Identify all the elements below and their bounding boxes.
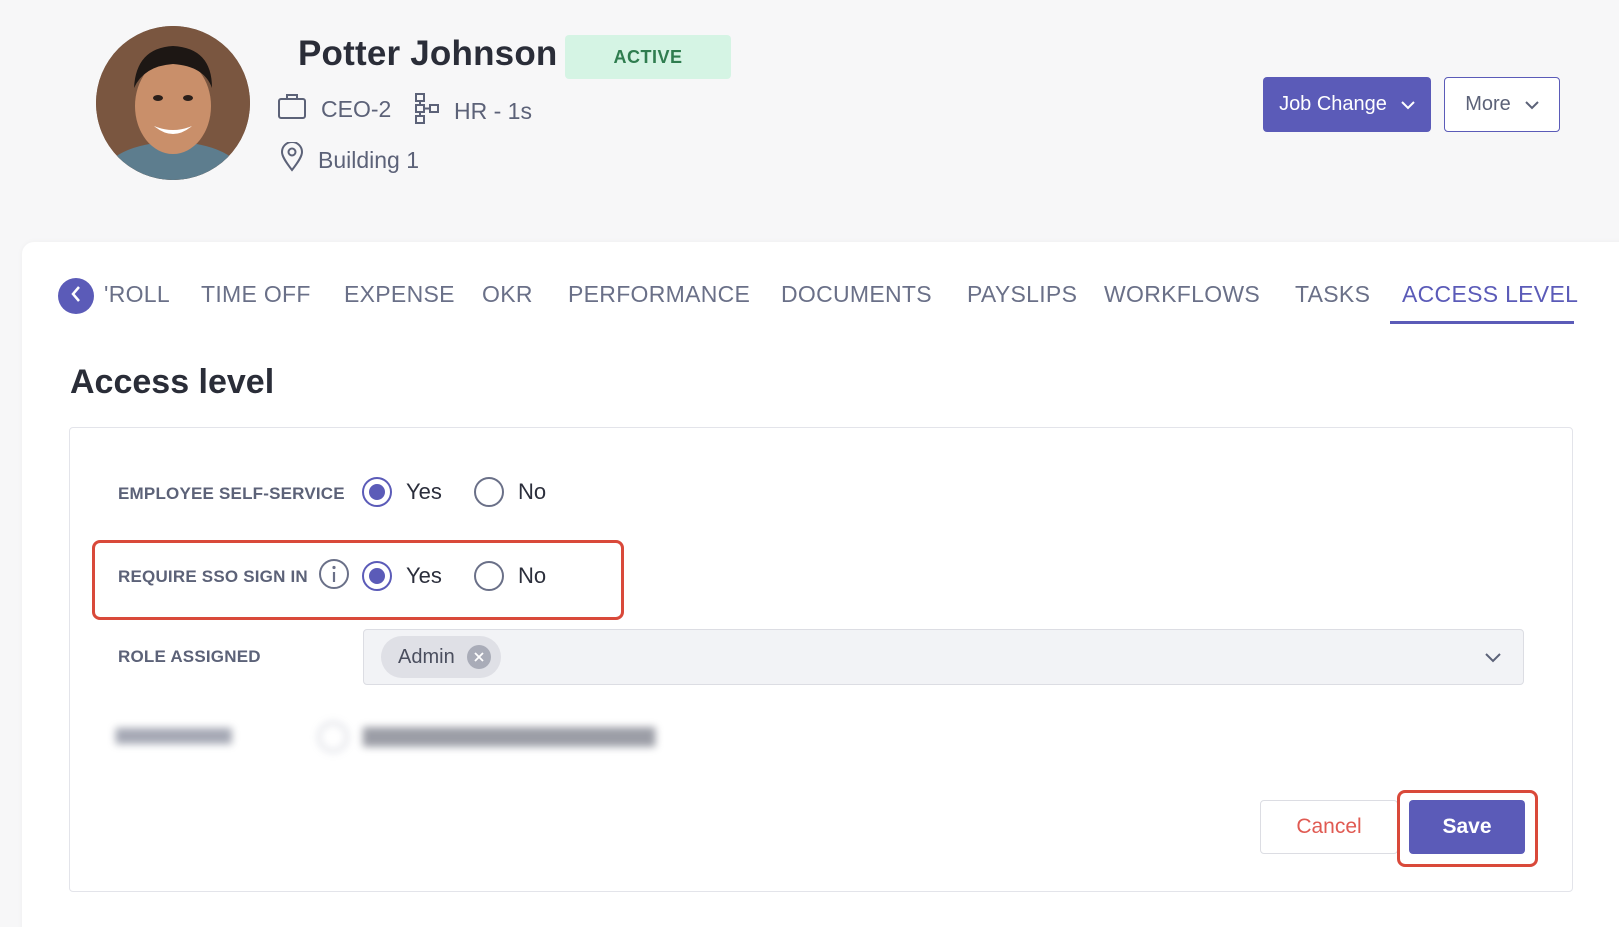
job-change-button[interactable]: Job Change xyxy=(1263,77,1431,132)
redacted-label: ▇▇▇▇▇▇▇▇▇▇ xyxy=(116,727,232,744)
save-button[interactable]: Save xyxy=(1409,800,1525,854)
more-label: More xyxy=(1465,93,1511,115)
info-icon[interactable] xyxy=(318,558,350,595)
tab-workflows[interactable]: WORKFLOWS xyxy=(1104,281,1260,308)
role-assigned-label: ROLE ASSIGNED xyxy=(118,647,261,666)
role-chip-label: Admin xyxy=(398,645,455,668)
redacted-icon xyxy=(318,722,348,752)
tab-documents[interactable]: DOCUMENTS xyxy=(781,281,932,308)
close-icon[interactable] xyxy=(467,645,491,669)
avatar xyxy=(96,26,250,180)
redacted-value: ▇▇▇▇▇▇▇▇▇▇▇▇▇▇▇▇▇▇▇▇ xyxy=(363,726,656,747)
require-sso-yes-radio[interactable]: Yes xyxy=(362,561,442,591)
employee-self-service-yes-radio[interactable]: Yes xyxy=(362,477,442,507)
employee-self-service-no-radio[interactable]: No xyxy=(474,477,546,507)
chevron-down-icon xyxy=(1485,650,1501,668)
require-sso-label: REQUIRE SSO SIGN IN xyxy=(118,567,308,586)
tab-payroll[interactable]: 'ROLL xyxy=(104,281,170,308)
tabs-scroll-left-button[interactable] xyxy=(58,278,94,314)
radio-label: No xyxy=(518,563,547,588)
role-text: CEO-2 xyxy=(321,95,392,122)
require-sso-no-radio[interactable]: No xyxy=(474,561,546,591)
radio-label: Yes xyxy=(406,563,442,588)
chevron-down-icon xyxy=(1401,93,1415,116)
chevron-left-icon xyxy=(70,285,82,308)
radio-unchecked-icon xyxy=(474,477,504,507)
location-pin-icon xyxy=(280,141,318,178)
radio-label: No xyxy=(518,479,547,504)
tab-payslips[interactable]: PAYSLIPS xyxy=(967,281,1077,308)
active-tab-indicator xyxy=(1390,321,1574,324)
meta-location: Building 1 xyxy=(280,141,420,178)
briefcase-icon xyxy=(277,92,321,126)
section-title: Access level xyxy=(70,363,275,401)
tab-bar: 'ROLL TIME OFF EXPENSE OKR PERFORMANCE D… xyxy=(58,270,1578,326)
tab-performance[interactable]: PERFORMANCE xyxy=(568,281,750,308)
tab-tasks[interactable]: TASKS xyxy=(1295,281,1370,308)
department-text: HR - 1s xyxy=(454,97,532,124)
employee-self-service-label: EMPLOYEE SELF-SERVICE xyxy=(118,484,345,503)
role-chip: Admin xyxy=(381,636,501,678)
job-change-label: Job Change xyxy=(1279,93,1387,115)
meta-department: HR - 1s xyxy=(414,92,532,130)
tab-time-off[interactable]: TIME OFF xyxy=(201,281,311,308)
tab-okr[interactable]: OKR xyxy=(482,281,533,308)
tab-expense[interactable]: EXPENSE xyxy=(344,281,455,308)
radio-label: Yes xyxy=(406,479,442,504)
tab-access-level[interactable]: ACCESS LEVEL xyxy=(1402,281,1578,308)
radio-checked-icon xyxy=(362,561,392,591)
radio-unchecked-icon xyxy=(474,561,504,591)
org-chart-icon xyxy=(414,92,454,130)
location-text: Building 1 xyxy=(318,146,420,173)
radio-checked-icon xyxy=(362,477,392,507)
more-button[interactable]: More xyxy=(1444,77,1560,132)
chevron-down-icon xyxy=(1525,93,1539,116)
meta-role: CEO-2 xyxy=(277,92,391,126)
employee-name: Potter Johnson xyxy=(298,34,558,73)
status-badge: ACTIVE xyxy=(565,35,731,79)
role-select[interactable]: Admin xyxy=(363,629,1524,685)
cancel-button[interactable]: Cancel xyxy=(1260,800,1398,854)
